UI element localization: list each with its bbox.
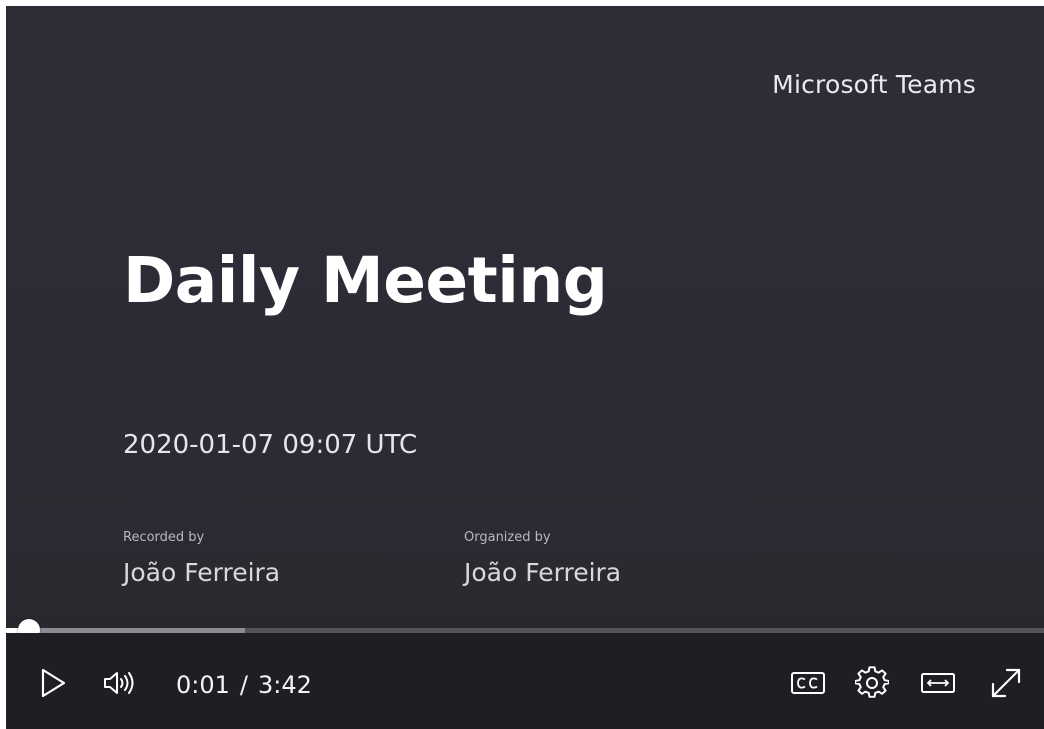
recorded-by-label: Recorded by (123, 530, 205, 545)
brand-label: Microsoft Teams (772, 70, 976, 99)
play-icon (39, 667, 67, 699)
time-separator: / (239, 671, 248, 699)
fullscreen-icon (987, 664, 1025, 702)
fit-width-icon (920, 670, 956, 696)
time-display: 0:01 / 3:42 (176, 671, 312, 699)
recorded-by-name: João Ferreira (123, 558, 281, 587)
fullscreen-button[interactable] (984, 659, 1028, 707)
volume-icon (102, 668, 138, 698)
video-frame[interactable]: Microsoft Teams Daily Meeting 2020-01-07… (6, 6, 1044, 632)
control-bar: 0:01 / 3:42 (6, 633, 1044, 729)
current-time: 0:01 (176, 671, 230, 699)
play-button[interactable] (36, 659, 70, 707)
volume-button[interactable] (100, 659, 140, 707)
meeting-datetime: 2020-01-07 09:07 UTC (123, 430, 418, 460)
meeting-title: Daily Meeting (123, 244, 608, 317)
organized-by-label: Organized by (464, 530, 551, 545)
closed-captions-icon (790, 670, 826, 696)
organized-by-name: João Ferreira (464, 558, 622, 587)
video-player[interactable]: Microsoft Teams Daily Meeting 2020-01-07… (6, 6, 1044, 729)
fit-width-button[interactable] (918, 659, 958, 707)
captions-button[interactable] (788, 659, 828, 707)
settings-button[interactable] (852, 659, 892, 707)
duration: 3:42 (258, 671, 312, 699)
settings-icon (855, 666, 889, 700)
